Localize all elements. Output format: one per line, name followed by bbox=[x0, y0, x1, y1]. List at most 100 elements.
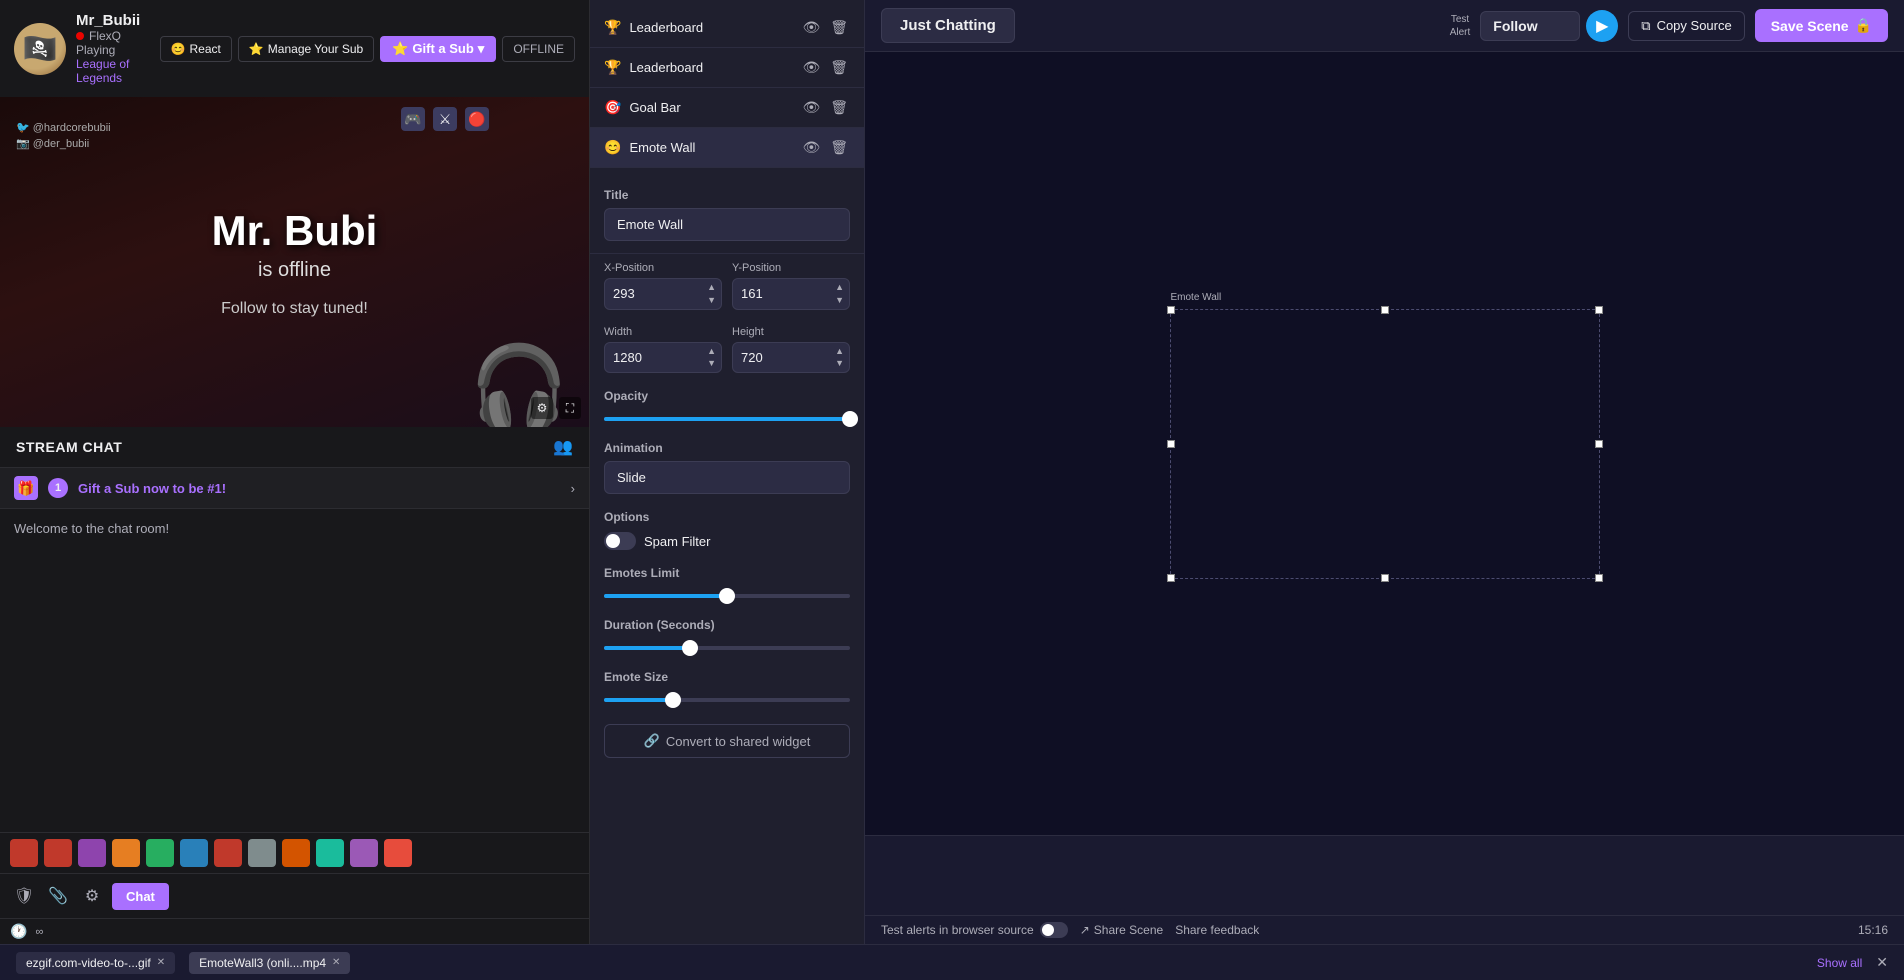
hide-widget-button[interactable]: 👁 bbox=[800, 17, 822, 38]
handle-middle-right[interactable] bbox=[1595, 440, 1603, 448]
x-position-input[interactable] bbox=[605, 280, 702, 307]
widget-item-emote-wall[interactable]: 😊 Emote Wall 👁 🗑 bbox=[590, 128, 864, 168]
width-input[interactable] bbox=[605, 344, 702, 371]
handle-top-middle[interactable] bbox=[1381, 306, 1389, 314]
x-decrement-button[interactable]: ▼ bbox=[706, 294, 717, 307]
y-position-group: Y-Position ▲ ▼ bbox=[732, 262, 850, 310]
clip-icon[interactable]: 📎 bbox=[44, 882, 72, 910]
title-input[interactable] bbox=[604, 208, 850, 241]
widget-item-goal-bar[interactable]: 🎯 Goal Bar 👁 🗑 bbox=[590, 88, 864, 128]
game-link[interactable]: League of Legends bbox=[76, 57, 129, 85]
hide-widget-button[interactable]: 👁 bbox=[800, 57, 822, 78]
footer-tab-2-close[interactable]: ✕ bbox=[332, 957, 340, 968]
width-spinners: ▲ ▼ bbox=[702, 343, 721, 373]
handle-bottom-middle[interactable] bbox=[1381, 574, 1389, 582]
emote-item[interactable] bbox=[180, 839, 208, 867]
delete-widget-button[interactable]: 🗑 bbox=[828, 97, 850, 118]
save-scene-button[interactable]: Save Scene 🔒 bbox=[1755, 9, 1888, 42]
width-decrement-button[interactable]: ▼ bbox=[706, 357, 717, 370]
emote-item[interactable] bbox=[384, 839, 412, 867]
hide-widget-button[interactable]: 👁 bbox=[800, 137, 822, 158]
width-increment-button[interactable]: ▲ bbox=[706, 345, 717, 358]
hide-widget-button[interactable]: 👁 bbox=[800, 97, 822, 118]
duration-slider[interactable] bbox=[604, 638, 850, 654]
header-buttons: 😊 React ⭐ Manage Your Sub ⭐ Gift a Sub ▾… bbox=[160, 36, 575, 62]
category-badge: Just Chatting bbox=[881, 8, 1015, 43]
handle-top-right[interactable] bbox=[1595, 306, 1603, 314]
title-section: Title bbox=[590, 176, 864, 254]
convert-shared-widget-button[interactable]: 🔗 Convert to shared widget bbox=[604, 724, 850, 758]
promo-text[interactable]: Gift a Sub now to be #1! bbox=[78, 481, 226, 496]
follow-select-wrap: Follow Sub Donate Raid Host ▶ bbox=[1480, 10, 1618, 42]
follow-select[interactable]: Follow Sub Donate Raid Host bbox=[1480, 11, 1580, 41]
show-all-button[interactable]: Show all bbox=[1817, 956, 1862, 970]
emote-item[interactable] bbox=[44, 839, 72, 867]
promo-chevron-right-icon[interactable]: › bbox=[571, 481, 575, 496]
preview-canvas-inner[interactable]: Emote Wall bbox=[1170, 309, 1600, 579]
widget-item-leaderboard1[interactable]: 🏆 Leaderboard 👁 🗑 bbox=[590, 8, 864, 48]
width-group: Width ▲ ▼ bbox=[604, 326, 722, 374]
footer-tab-1-close[interactable]: ✕ bbox=[157, 957, 165, 968]
handle-bottom-right[interactable] bbox=[1595, 574, 1603, 582]
react-button[interactable]: 😊 React bbox=[160, 36, 232, 62]
emote-item[interactable] bbox=[10, 839, 38, 867]
chat-title: STREAM CHAT bbox=[16, 439, 122, 455]
stream-chat-header: STREAM CHAT 👥 bbox=[0, 427, 589, 468]
footer-tab-2[interactable]: EmoteWall3 (onli....mp4 ✕ bbox=[189, 952, 350, 974]
handle-top-left[interactable] bbox=[1167, 306, 1175, 314]
emote-item[interactable] bbox=[282, 839, 310, 867]
settings-icon[interactable]: ⚙ bbox=[531, 397, 553, 419]
height-increment-button[interactable]: ▲ bbox=[834, 345, 845, 358]
settings2-icon[interactable]: ⚙ bbox=[78, 882, 106, 910]
emote-item[interactable] bbox=[146, 839, 174, 867]
y-position-input[interactable] bbox=[733, 280, 830, 307]
handle-bottom-left[interactable] bbox=[1167, 574, 1175, 582]
share-feedback-button[interactable]: Share feedback bbox=[1175, 923, 1259, 937]
size-row: Width ▲ ▼ Height ▲ ▼ bbox=[590, 318, 864, 382]
footer-tab-bar: ezgif.com-video-to-...gif ✕ EmoteWall3 (… bbox=[0, 944, 1904, 980]
animation-select[interactable]: Slide Fade None bbox=[604, 461, 850, 494]
widget-item-leaderboard2[interactable]: 🏆 Leaderboard 👁 🗑 bbox=[590, 48, 864, 88]
gift-sub-button[interactable]: ⭐ Gift a Sub ▾ bbox=[380, 36, 496, 62]
delete-widget-button[interactable]: 🗑 bbox=[828, 57, 850, 78]
footer-tab-1[interactable]: ezgif.com-video-to-...gif ✕ bbox=[16, 952, 175, 974]
shield-icon[interactable]: 🛡 bbox=[10, 882, 38, 910]
emote-item[interactable] bbox=[112, 839, 140, 867]
expand-icon[interactable]: ⛶ bbox=[559, 397, 581, 419]
widget-actions: 👁 🗑 bbox=[800, 57, 850, 78]
handle-middle-left[interactable] bbox=[1167, 440, 1175, 448]
right-bottom-bar: Test alerts in browser source ↗ Share Sc… bbox=[865, 915, 1904, 944]
delete-widget-button[interactable]: 🗑 bbox=[828, 137, 850, 158]
spam-filter-toggle[interactable] bbox=[604, 532, 636, 550]
emote-item[interactable] bbox=[316, 839, 344, 867]
chat-send-button[interactable]: Chat bbox=[112, 883, 169, 910]
close-all-button[interactable]: ✕ bbox=[1876, 954, 1888, 971]
streamer-game: Playing League of Legends bbox=[76, 43, 150, 85]
y-increment-button[interactable]: ▲ bbox=[834, 281, 845, 294]
send-test-alert-button[interactable]: ▶ bbox=[1586, 10, 1618, 42]
emote-item[interactable] bbox=[214, 839, 242, 867]
emotes-limit-slider[interactable] bbox=[604, 586, 850, 602]
emote-size-slider[interactable] bbox=[604, 690, 850, 706]
height-decrement-button[interactable]: ▼ bbox=[834, 357, 845, 370]
height-group: Height ▲ ▼ bbox=[732, 326, 850, 374]
copy-source-button[interactable]: ⧉ Copy Source bbox=[1628, 11, 1744, 41]
animation-label: Animation bbox=[604, 441, 850, 455]
emote-item[interactable] bbox=[350, 839, 378, 867]
delete-widget-button[interactable]: 🗑 bbox=[828, 17, 850, 38]
manage-sub-button[interactable]: ⭐ Manage Your Sub bbox=[238, 36, 374, 62]
duration-label: Duration (Seconds) bbox=[604, 618, 850, 632]
emote-item[interactable] bbox=[248, 839, 276, 867]
chat-messages: Welcome to the chat room! bbox=[0, 509, 589, 832]
share-scene-button[interactable]: ↗ Share Scene bbox=[1080, 923, 1163, 937]
chat-settings-icon[interactable]: 👥 bbox=[553, 437, 573, 457]
streamer-name: Mr_Bubii bbox=[76, 12, 150, 29]
test-browser-toggle[interactable] bbox=[1040, 922, 1068, 938]
x-increment-button[interactable]: ▲ bbox=[706, 281, 717, 294]
emote-item[interactable] bbox=[78, 839, 106, 867]
chat-promo-bar: 🎁 1 Gift a Sub now to be #1! › bbox=[0, 468, 589, 509]
height-input[interactable] bbox=[733, 344, 830, 371]
opacity-slider[interactable] bbox=[604, 409, 850, 425]
y-decrement-button[interactable]: ▼ bbox=[834, 294, 845, 307]
stream-decorations: 🎮 ⚔ 🔴 bbox=[401, 107, 489, 131]
